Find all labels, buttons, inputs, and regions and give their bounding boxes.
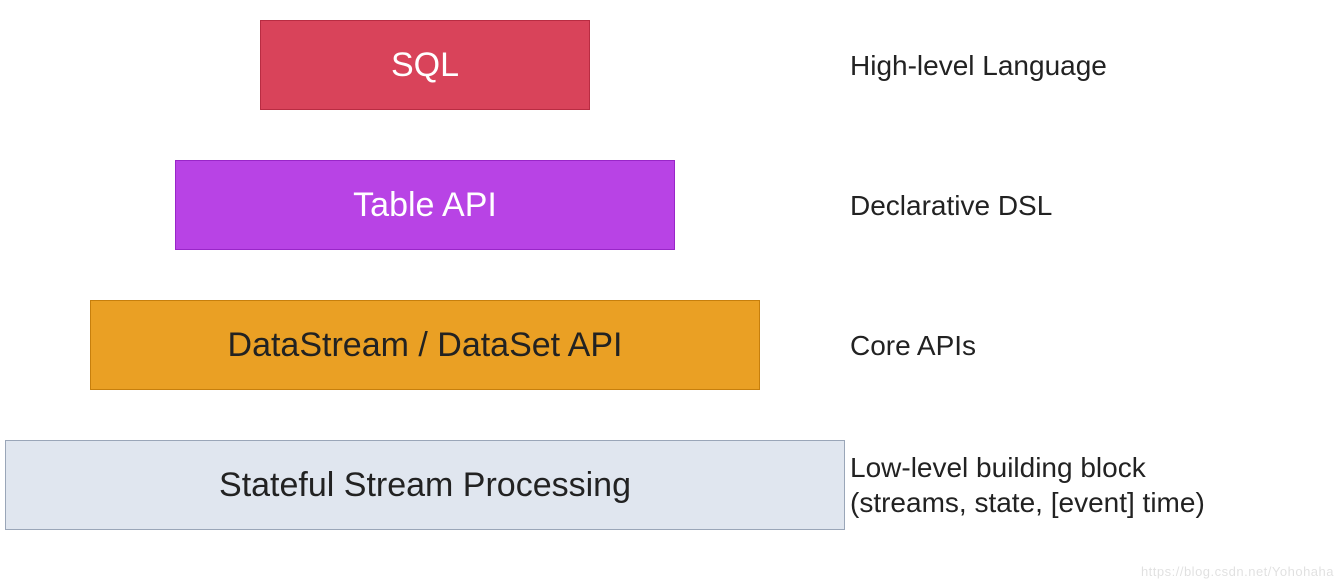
layer-sql-box: SQL: [260, 20, 590, 110]
layer-datastream-row: DataStream / DataSet API Core APIs: [0, 300, 1340, 390]
layer-table-box: Table API: [175, 160, 675, 250]
layer-sql-text: SQL: [391, 46, 459, 85]
layer-datastream-box-wrap: DataStream / DataSet API: [0, 300, 850, 390]
layer-stateful-box-wrap: Stateful Stream Processing: [0, 440, 850, 530]
layer-sql-row: SQL High-level Language: [0, 20, 1340, 110]
layer-table-label: Declarative DSL: [850, 188, 1052, 223]
layer-stateful-text: Stateful Stream Processing: [219, 466, 631, 505]
layer-table-box-wrap: Table API: [0, 160, 850, 250]
layer-table-text: Table API: [353, 186, 497, 225]
layer-datastream-label: Core APIs: [850, 328, 976, 363]
layer-table-row: Table API Declarative DSL: [0, 160, 1340, 250]
layer-sql-label: High-level Language: [850, 48, 1107, 83]
watermark-text: https://blog.csdn.net/Yohohaha: [1141, 564, 1334, 579]
layer-stateful-box: Stateful Stream Processing: [5, 440, 845, 530]
layer-sql-box-wrap: SQL: [0, 20, 850, 110]
layer-stateful-label: Low-level building block(streams, state,…: [850, 450, 1205, 520]
layer-stateful-row: Stateful Stream Processing Low-level bui…: [0, 440, 1340, 530]
layer-datastream-box: DataStream / DataSet API: [90, 300, 760, 390]
layer-datastream-text: DataStream / DataSet API: [228, 326, 623, 365]
